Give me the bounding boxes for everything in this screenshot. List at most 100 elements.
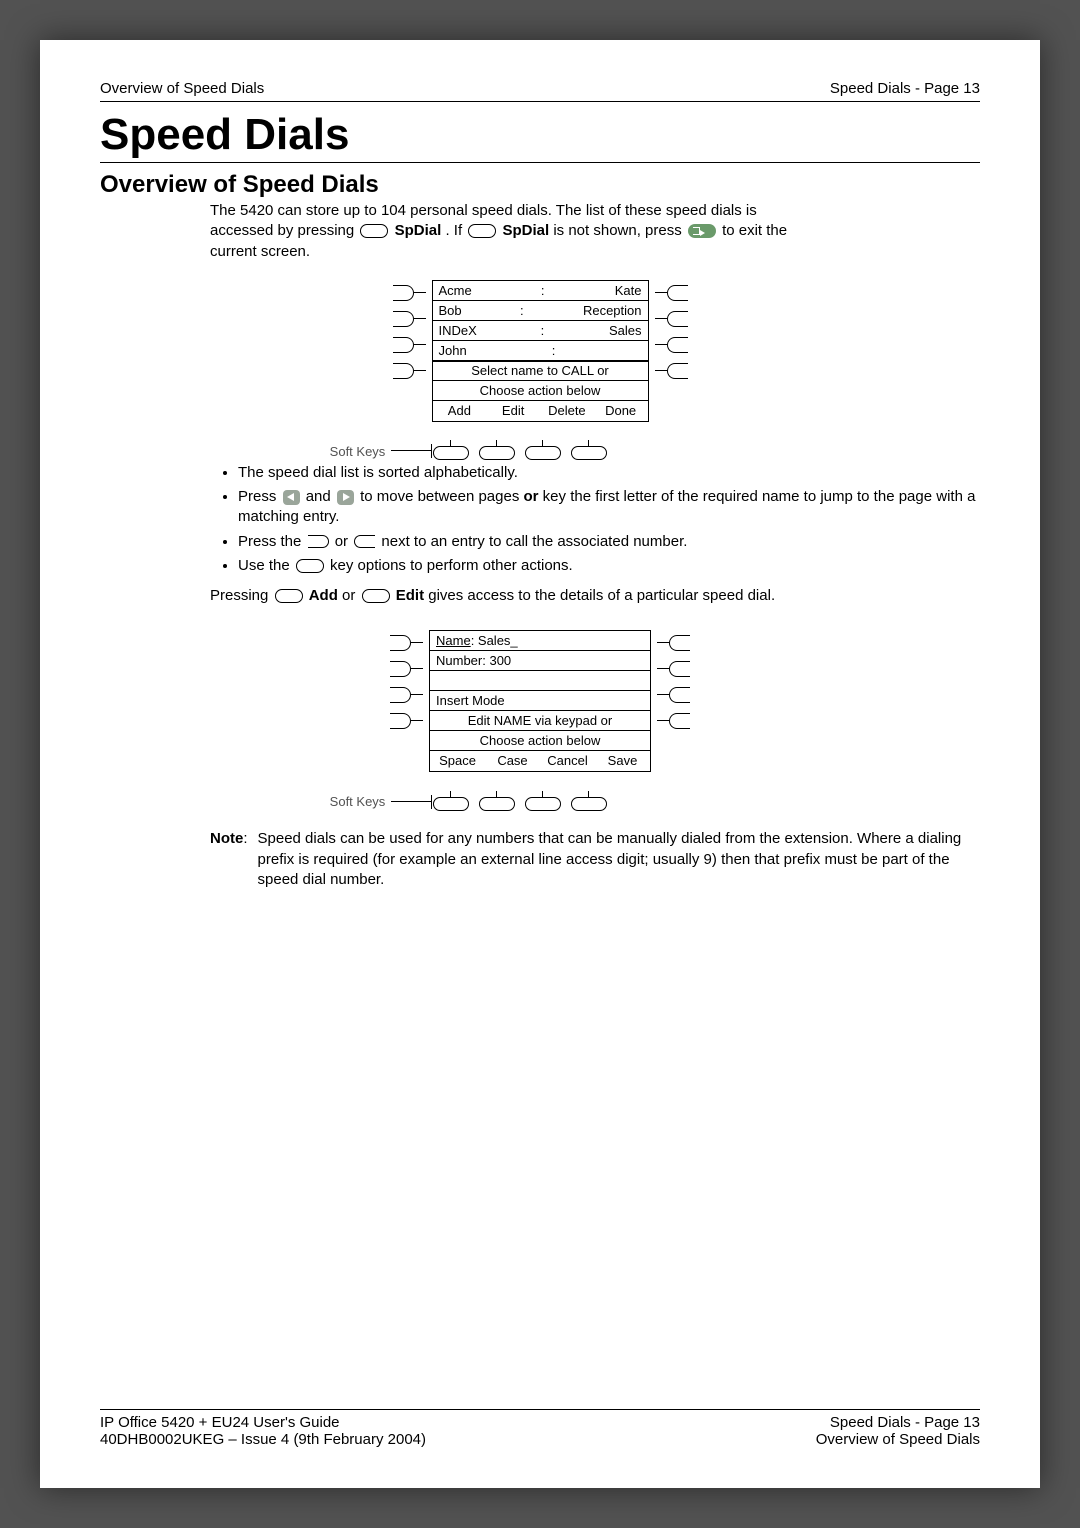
connector-line [411,659,423,679]
bullet-text: key options to perform other actions. [330,557,573,574]
intro-if: . If [445,222,466,239]
connector-line [411,711,423,731]
lcd-screen-edit: Name: Sales_ Number: 300 Insert Mode Edi… [429,630,651,772]
line-button-icon [390,661,411,677]
softkey-label: Delete [540,401,594,421]
cell: INDeX [439,323,477,338]
bullet-text: or [335,533,353,550]
cell: Acme [439,283,472,298]
line-button-icon [669,713,690,729]
line-button-icon [669,635,690,651]
line-button-icon [667,363,688,379]
cell: Bob [439,303,462,318]
softkey-label: Space [430,751,485,771]
footer-left-2: 40DHB0002UKEG – Issue 4 (9th February 20… [100,1431,426,1448]
line-button-icon [393,285,414,301]
softkey-icon [479,446,513,456]
connector-line [657,659,669,679]
page-right-icon [337,490,354,505]
right-button-column [657,630,690,772]
note-body: Speed dials can be used for any numbers … [258,829,980,890]
cell-dots: : [520,303,525,318]
insert-mode-label: Insert Mode [436,693,505,708]
softkeys-row-2: Soft Keys [330,794,606,809]
bullet-text: Press the [238,533,306,550]
bullet-item: Use the key options to perform other act… [238,556,980,576]
softkey-labels-row: Add Edit Delete Done [433,401,648,421]
softkeys-row: Soft Keys [330,444,606,459]
display-diagram-2: Name: Sales_ Number: 300 Insert Mode Edi… [100,612,980,809]
note-section: Note: Speed dials can be used for any nu… [210,829,980,890]
connector-line [657,685,669,705]
header-left: Overview of Speed Dials [100,80,264,97]
leader-line [391,801,431,803]
intro-line2a: accessed by pressing [210,222,358,239]
line-button-icon [393,337,414,353]
right-button-column [655,280,688,422]
blank-row [436,673,440,688]
line-button-icon [667,337,688,353]
line-button-icon [390,713,411,729]
bullet-item: The speed dial list is sorted alphabetic… [238,463,980,483]
footer-right-2: Overview of Speed Dials [816,1431,980,1448]
left-button-column [393,280,426,422]
cell: Kate [615,283,642,298]
page: Overview of Speed Dials Speed Dials - Pa… [40,40,1040,1488]
bullet-item: Press and to move between pages or key t… [238,487,980,528]
name-field-label: Name [436,633,471,648]
page-title: Speed Dials [100,110,980,163]
softkey-icon [362,589,390,603]
softkey-icon [433,446,467,456]
bullet-item: Press the or next to an entry to call th… [238,532,980,552]
connector-line [655,361,667,381]
bullet-text: to move between pages [360,488,523,505]
content-area: Speed Dials Overview of Speed Dials The … [100,108,980,1397]
footer-right-1: Speed Dials - Page 13 [830,1414,980,1431]
screen-msg: Select name to CALL or [471,363,609,378]
connector-line [655,283,667,303]
intro-line1: The 5420 can store up to 104 personal sp… [210,202,757,219]
lcd-screen: Acme:Kate Bob:Reception INDeX:Sales John… [432,280,649,422]
page-footer: IP Office 5420 + EU24 User's Guide Speed… [100,1397,980,1448]
screen-msg: Choose action below [480,733,601,748]
connector-line [411,685,423,705]
line-button-icon [669,687,690,703]
softkey-label: Done [594,401,648,421]
softkey-icon [525,797,559,807]
text: Pressing [210,587,273,604]
display-diagram-1: Acme:Kate Bob:Reception INDeX:Sales John… [100,262,980,459]
cell-dots: : [541,283,546,298]
bullet-text: Press [238,488,281,505]
softkey-icon [468,224,496,238]
note-label: Note: [210,829,248,890]
cell: Sales [609,323,642,338]
softkey-buttons [433,797,605,807]
softkey-label: Cancel [540,751,595,771]
connector-line [414,361,426,381]
bullet-text: The speed dial list is sorted alphabetic… [238,464,518,481]
bullet-text: next to an entry to call the associated … [381,533,687,550]
cell: John [439,343,467,358]
spdial-label-2: SpDial [502,222,549,239]
page-left-icon [283,490,300,505]
header-right: Speed Dials - Page 13 [830,80,980,97]
spdial-label-1: SpDial [395,222,442,239]
exit-icon [688,224,716,238]
softkey-buttons [433,446,605,456]
softkey-icon [360,224,388,238]
connector-line [414,335,426,355]
softkey-icon [433,797,467,807]
line-button-icon [393,311,414,327]
screen-msg: Edit NAME via keypad or [468,713,613,728]
connector-line [411,633,423,653]
softkey-label: Edit [486,401,540,421]
left-button-column [390,630,423,772]
softkeys-caption: Soft Keys [330,444,386,459]
intro-paragraph: The 5420 can store up to 104 personal sp… [210,201,980,262]
line-button-icon [390,635,411,651]
line-button-icon [667,285,688,301]
intro-exit-tail: to exit the [722,222,787,239]
softkey-icon [479,797,513,807]
softkey-icon [275,589,303,603]
edit-label: Edit [396,587,424,604]
